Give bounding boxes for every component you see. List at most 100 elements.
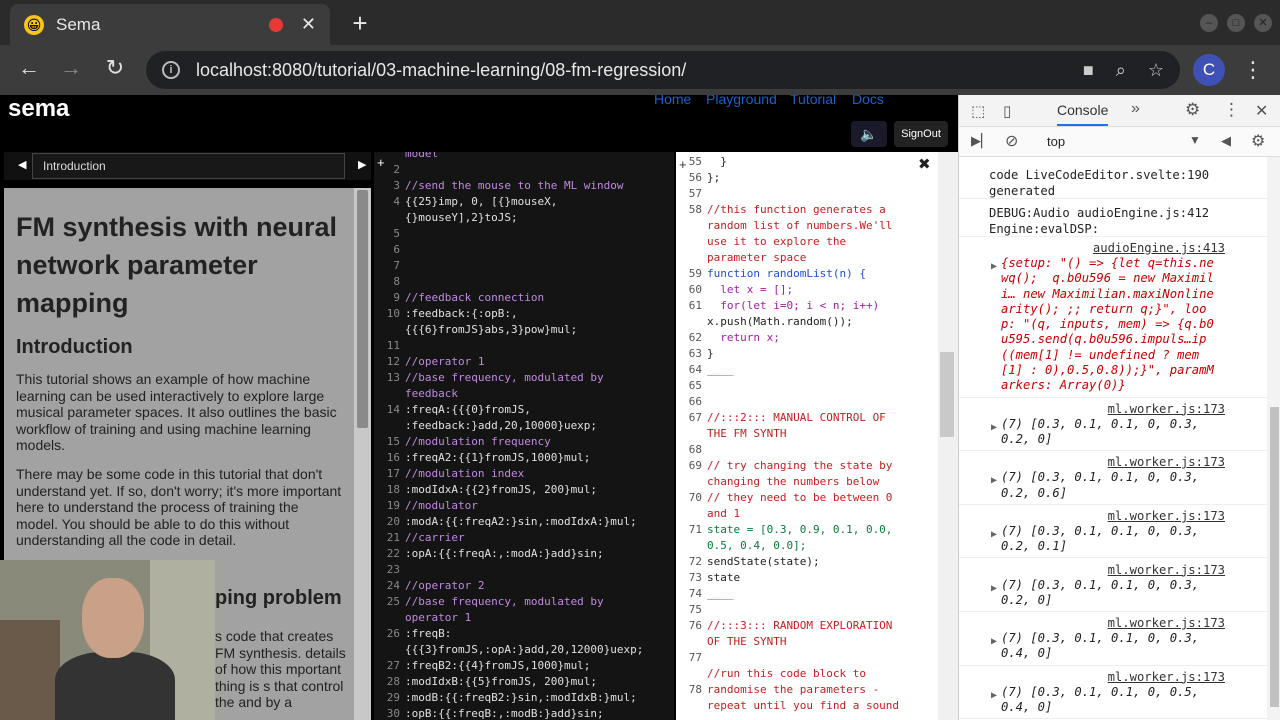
code-text[interactable]: //modulation frequency (405, 434, 551, 450)
code-text[interactable]: // they need to be between 0 (707, 490, 892, 506)
console-sidebar-icon[interactable]: ◀ (1221, 133, 1231, 149)
code-text[interactable]: :feedback:{:opB:, (405, 306, 518, 322)
code-text[interactable]: OF THE SYNTH (707, 634, 786, 650)
console-message[interactable]: code LiveCodeEditor.svelte:190 generated (959, 161, 1267, 199)
nav-tutorial-link[interactable]: Tutorial (790, 95, 836, 107)
console-scroll-thumb[interactable] (1270, 407, 1279, 707)
code-text[interactable]: THE FM SYNTH (707, 426, 786, 442)
new-tab-button[interactable]: + (347, 8, 373, 39)
tab-close-icon[interactable]: ✕ (301, 14, 316, 35)
expand-triangle-icon[interactable]: ▶ (991, 636, 997, 647)
mute-audio-button[interactable]: 🔈 (851, 121, 887, 147)
code-text[interactable]: x.push(Math.random()); (707, 314, 853, 330)
code-text[interactable]: state (707, 570, 740, 586)
expand-triangle-icon[interactable]: ▶ (991, 529, 997, 540)
code-text[interactable]: //operator 1 (405, 354, 484, 370)
next-chapter-icon[interactable]: ▶ (358, 158, 366, 171)
code-text[interactable]: } (707, 154, 727, 170)
source-link[interactable]: ml.worker.js:173 (1108, 402, 1225, 416)
code-text[interactable]: //carrier (405, 530, 465, 546)
browser-tab[interactable]: 😀 Sema ✕ (10, 4, 330, 45)
settings-gear-icon[interactable]: ⚙ (1185, 100, 1200, 120)
code-text[interactable]: :feedback:}add,20,10000}uexp; (405, 418, 597, 434)
js-editor-scrollbar[interactable] (938, 152, 958, 720)
expand-triangle-icon[interactable]: ▶ (991, 690, 997, 701)
code-text[interactable]: :opB:{{:freqB:,:modB:}add}sin; (405, 706, 604, 720)
chapter-select[interactable]: Introduction (32, 153, 345, 179)
code-text[interactable]: :freqB2:{{4}fromJS,1000}mul; (405, 658, 590, 674)
code-text[interactable]: :modB:{{:freqB2:}sin,:modIdxB:}mul; (405, 690, 637, 706)
code-text[interactable]: ____ (707, 586, 734, 602)
more-tabs-icon[interactable]: » (1131, 100, 1140, 118)
expand-triangle-icon[interactable]: ▶ (991, 261, 997, 272)
code-text[interactable]: :freqB: (405, 626, 451, 642)
close-window-icon[interactable]: ✕ (1254, 14, 1272, 32)
js-editor[interactable]: 55 } 56}; 57 58//this function generates ar… (676, 152, 938, 720)
close-editor-icon[interactable]: ✖ (918, 155, 931, 173)
console-object[interactable]: (7) [0.3, 0.1, 0.1, 0, 0.3, 0.2, 0.1] (1001, 524, 1199, 555)
device-toolbar-icon[interactable]: ▯ (1003, 102, 1011, 120)
code-text[interactable]: //base frequency, modulated by (405, 594, 604, 610)
console-message[interactable]: ml.worker.js:173 ▶ (7) [0.3, 0.1, 0.1, 0, … (959, 559, 1267, 613)
console-message[interactable]: DEBUG:Audio audioEngine.js:412 Engine:ev… (959, 199, 1267, 237)
expand-triangle-icon[interactable]: ▶ (991, 583, 997, 594)
console-message[interactable]: ml.worker.js:173 ▶ (7) [0.3, 0.1, 0.1, 0, … (959, 398, 1267, 452)
add-editor-icon-2[interactable]: + (679, 157, 687, 172)
console-message[interactable]: ml.worker.js:173 ▶ (7) [0.3, 0.1, 0.1, 0, … (959, 666, 1267, 720)
console-message[interactable]: ml.worker.js:173 ▶ (7) [0.3, 0.1, 0.1, 0, … (959, 505, 1267, 559)
profile-avatar[interactable]: C (1193, 54, 1225, 86)
zoom-icon[interactable]: ⌕ (1116, 60, 1126, 81)
code-text[interactable]: :modIdxB:{{5}fromJS, 200}mul; (405, 674, 597, 690)
bookmark-star-icon[interactable]: ☆ (1148, 60, 1164, 81)
code-text[interactable]: :opA:{{:freqA:,:modA:}add}sin; (405, 546, 604, 562)
code-text[interactable]: return x; (707, 330, 780, 346)
console-object[interactable]: (7) [0.3, 0.1, 0.1, 0, 0.3, 0.4, 0] (1001, 631, 1199, 662)
browser-menu-icon[interactable]: ⋮ (1242, 57, 1264, 83)
code-text[interactable]: function randomList(n) { (707, 266, 866, 282)
code-text[interactable]: {{{6}fromJS}abs,3}pow}mul; (405, 322, 577, 338)
source-link[interactable]: audioEngine.js:413 (1093, 241, 1225, 255)
inspect-element-icon[interactable]: ⬚ (971, 102, 985, 120)
code-text[interactable]: let x = []; (707, 282, 793, 298)
code-text[interactable]: parameter space (707, 250, 806, 266)
maximize-window-icon[interactable]: □ (1227, 14, 1245, 32)
code-text[interactable]: state = [0.3, 0.9, 0.1, 0.0, (707, 522, 892, 538)
code-text[interactable]: ____ (707, 362, 734, 378)
console-scrollbar[interactable] (1267, 157, 1280, 720)
code-text[interactable]: //base frequency, modulated by (405, 370, 604, 386)
console-message[interactable]: ml.worker.js:173 ▶ (7) [0.3, 0.1, 0.1, 0, … (959, 451, 1267, 505)
code-text[interactable]: sendState(state); (707, 554, 820, 570)
code-text[interactable]: randomise the parameters - (707, 682, 879, 698)
code-text[interactable]: :modA:{{:freqA2:}sin,:modIdxA:}mul; (405, 514, 637, 530)
code-text[interactable]: 0.5, 0.4, 0.0]; (707, 538, 806, 554)
source-link[interactable]: ml.worker.js:173 (1108, 563, 1225, 577)
code-text[interactable]: :freqA:{{{0}fromJS, (405, 402, 531, 418)
camera-icon[interactable]: ■ (1083, 60, 1094, 81)
code-text[interactable]: //this function generates a (707, 202, 886, 218)
livecode-editor[interactable]: model 2 3 //send the mouse to the ML window… (374, 152, 674, 720)
close-devtools-icon[interactable]: ✕ (1255, 101, 1268, 121)
code-text[interactable]: // try changing the state by (707, 458, 892, 474)
code-text[interactable]: :modIdxA:{{2}fromJS, 200}mul; (405, 482, 597, 498)
minimize-window-icon[interactable]: – (1200, 14, 1218, 32)
code-text[interactable]: {{25}imp, 0, [{}mouseX, (405, 194, 557, 210)
prev-chapter-icon[interactable]: ◀ (18, 158, 26, 171)
sema-logo[interactable]: sema (8, 95, 69, 123)
nav-playground-link[interactable]: Playground (706, 95, 777, 107)
code-text[interactable]: } (707, 346, 714, 362)
code-text[interactable]: //modulator (405, 498, 478, 514)
back-arrow-icon[interactable]: ← (14, 55, 44, 81)
code-text[interactable]: {}mouseY],2}toJS; (405, 210, 518, 226)
context-select[interactable]: top (1047, 134, 1065, 149)
clear-console-icon[interactable]: ⊘ (1005, 131, 1018, 151)
code-text[interactable]: model (405, 152, 438, 162)
code-text[interactable]: :freqA2:{{1}fromJS,1000}mul; (405, 450, 590, 466)
console-object[interactable]: (7) [0.3, 0.1, 0.1, 0, 0.3, 0.2, 0] (1001, 578, 1199, 609)
tutorial-scroll-thumb[interactable] (357, 190, 368, 428)
code-text[interactable]: random list of numbers.We'll (707, 218, 892, 234)
expand-triangle-icon[interactable]: ▶ (991, 475, 997, 486)
code-text[interactable]: //feedback connection (405, 290, 544, 306)
console-object[interactable]: (7) [0.3, 0.1, 0.1, 0, 0.3, 0.2, 0] (1001, 417, 1199, 448)
source-link[interactable]: ml.worker.js:173 (1108, 670, 1225, 684)
tab-console[interactable]: Console (1057, 102, 1109, 126)
